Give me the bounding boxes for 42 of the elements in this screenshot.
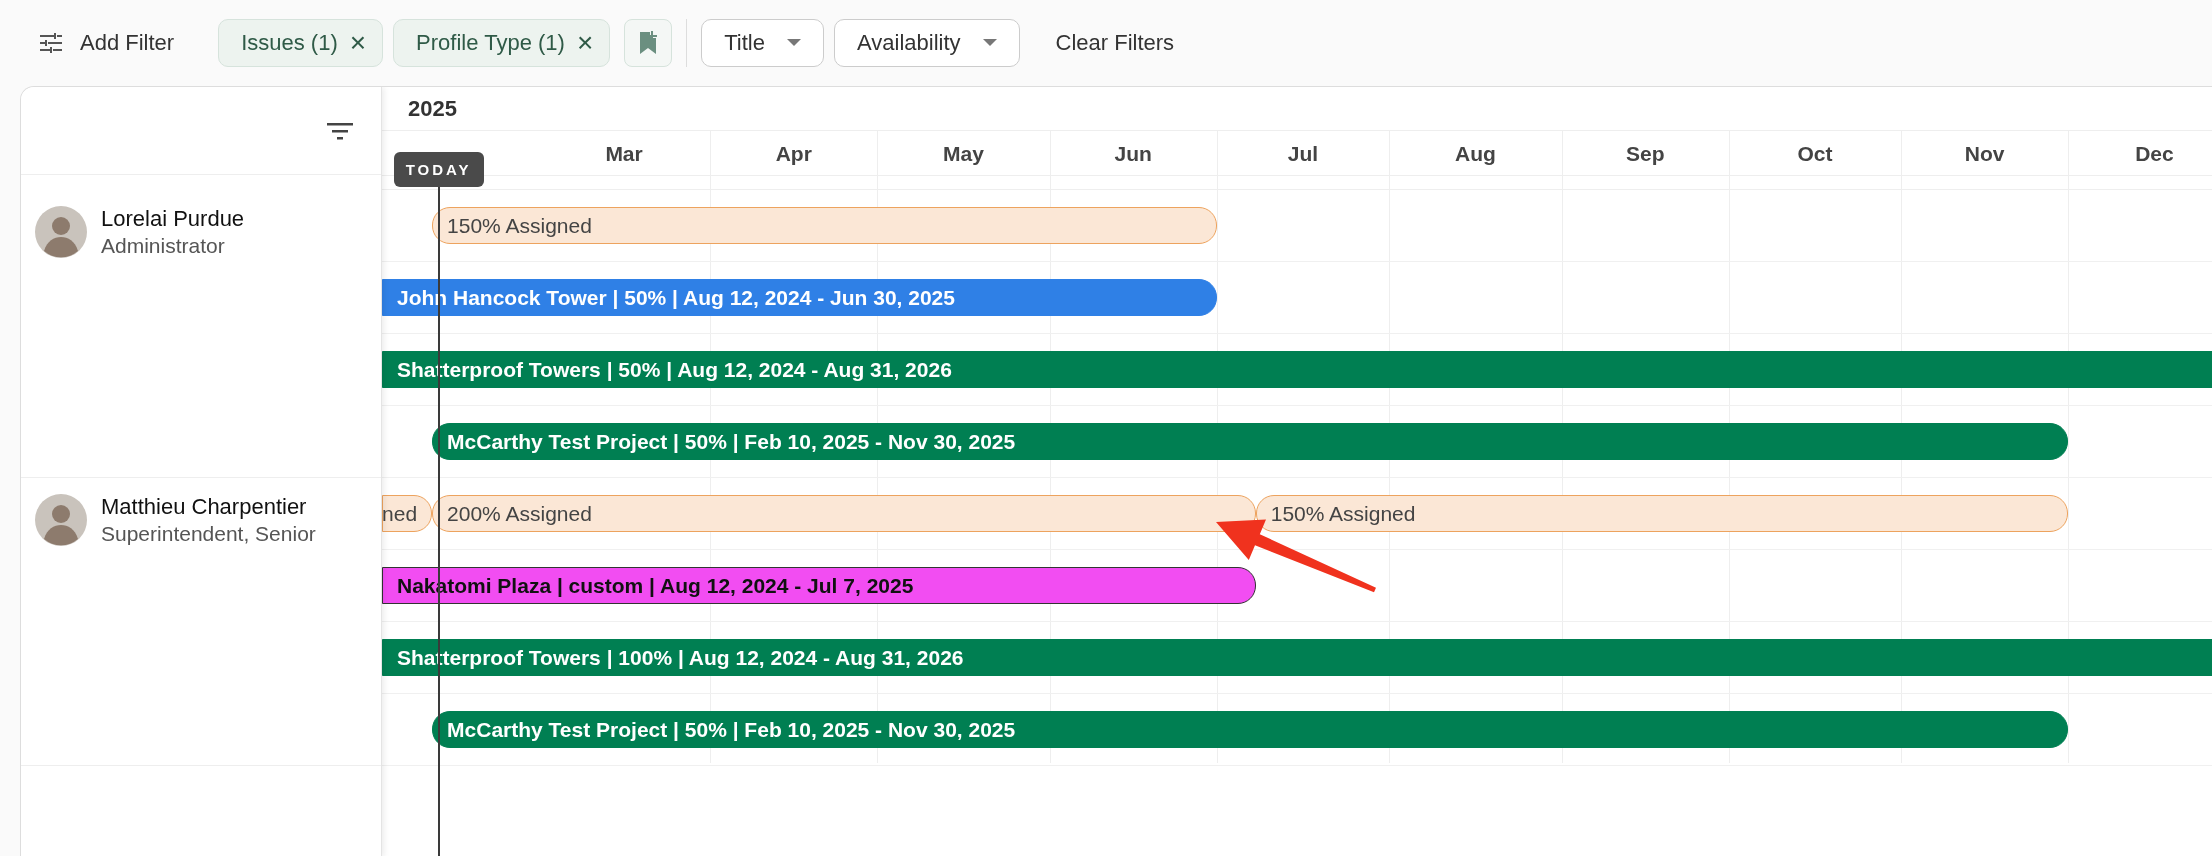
bookmark-plus-icon xyxy=(639,31,658,55)
clear-filters-button[interactable]: Clear Filters xyxy=(1049,29,1181,57)
person-name: Lorelai Purdue xyxy=(101,206,245,232)
schedule-bar[interactable]: ned xyxy=(382,495,433,532)
month-label: Aug xyxy=(1454,140,1497,167)
remove-chip-button[interactable]: × xyxy=(349,29,367,57)
month-label: Dec xyxy=(2134,140,2175,167)
month-label: Oct xyxy=(1796,140,1834,167)
schedule-bar[interactable]: 150% Assigned xyxy=(1255,495,2069,532)
add-filter-button[interactable]: Add Filter xyxy=(40,30,175,56)
filter-chip[interactable]: Profile Type (1) × xyxy=(393,19,611,67)
month-label: Nov xyxy=(1963,140,2006,167)
schedule-bar[interactable]: Shatterproof Towers | 50% | Aug 12, 2024 - Aug 31, 2026 xyxy=(382,351,2212,388)
schedule-bar[interactable]: Shatterproof Towers | 100% | Aug 12, 2024 - Aug 31, 2026 xyxy=(382,639,2212,676)
avatar-icon xyxy=(35,206,87,258)
avatar-icon xyxy=(35,494,87,546)
schedule-bar[interactable]: 150% Assigned xyxy=(432,207,1217,244)
person-role: Superintendent, Senior xyxy=(101,522,316,546)
month-label: Sep xyxy=(1624,140,1666,167)
schedule-bar[interactable]: McCarthy Test Project | 50% | Feb 10, 2025 - Nov 30, 2025 xyxy=(432,711,2069,748)
schedule-bar[interactable]: McCarthy Test Project | 50% | Feb 10, 2025 - Nov 30, 2025 xyxy=(432,423,2069,460)
caret-icon xyxy=(982,39,997,47)
remove-chip-button[interactable]: × xyxy=(576,29,594,57)
month-label: Mar xyxy=(604,140,644,167)
month-label: Jun xyxy=(1113,140,1153,167)
filter-icon[interactable] xyxy=(327,122,353,141)
chip-label: Profile Type (1) xyxy=(416,30,565,56)
caret-icon xyxy=(787,39,801,47)
today-badge: TODAY xyxy=(393,152,484,187)
person-role: Administrator xyxy=(101,234,226,258)
dropdown[interactable]: Title xyxy=(701,19,824,67)
month-label: Apr xyxy=(774,140,813,167)
filter-chip[interactable]: Issues (1) × xyxy=(218,19,384,67)
chip-label: Issues (1) xyxy=(241,30,338,56)
year-label: 2025 xyxy=(408,95,457,122)
sliders-icon xyxy=(40,33,62,53)
dropdown[interactable]: Availability xyxy=(834,19,1020,67)
schedule-bar[interactable]: 200% Assigned xyxy=(432,495,1256,532)
month-label: Jul xyxy=(1286,140,1320,167)
save-view-button[interactable] xyxy=(624,19,673,67)
person-name: Matthieu Charpentier xyxy=(101,494,308,520)
month-label: May xyxy=(942,140,985,167)
